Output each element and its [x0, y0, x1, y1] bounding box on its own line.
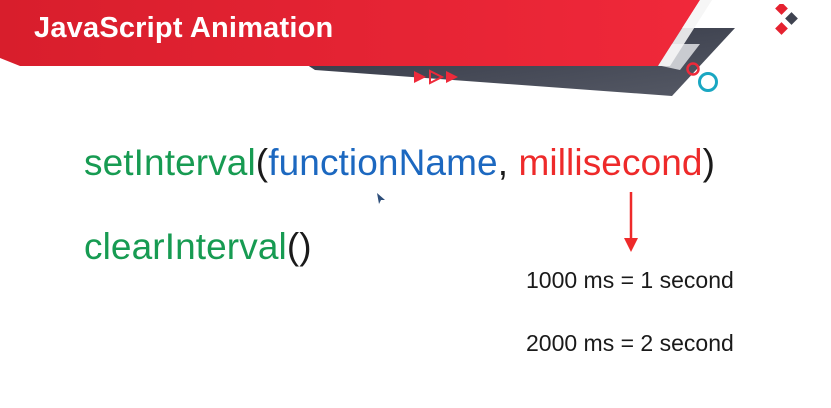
page-title: JavaScript Animation — [34, 12, 334, 44]
clear-interval-line: clearInterval() — [84, 226, 312, 268]
set-interval-fn: setInterval — [84, 142, 256, 183]
slide: JavaScript Animation setInterval(functio… — [0, 0, 831, 408]
diamond-logo-icon — [775, 4, 798, 35]
function-name-arg: functionName — [268, 142, 498, 183]
empty-parens: () — [286, 226, 312, 267]
note-two-seconds: 2000 ms = 2 second — [526, 330, 734, 356]
circles-icon — [686, 62, 718, 92]
comma: , — [497, 142, 509, 183]
note-one-second: 1000 ms = 1 second — [526, 267, 734, 293]
down-arrow-icon — [624, 192, 638, 252]
millisecond-arg: millisecond — [518, 142, 703, 183]
set-interval-line: setInterval(functionName, millisecond) — [84, 142, 715, 184]
clear-interval-fn: clearInterval — [84, 226, 287, 267]
play-arrows-icon — [414, 69, 458, 85]
close-paren: ) — [702, 142, 716, 183]
mouse-cursor-icon — [377, 193, 385, 204]
open-paren: ( — [255, 142, 269, 183]
